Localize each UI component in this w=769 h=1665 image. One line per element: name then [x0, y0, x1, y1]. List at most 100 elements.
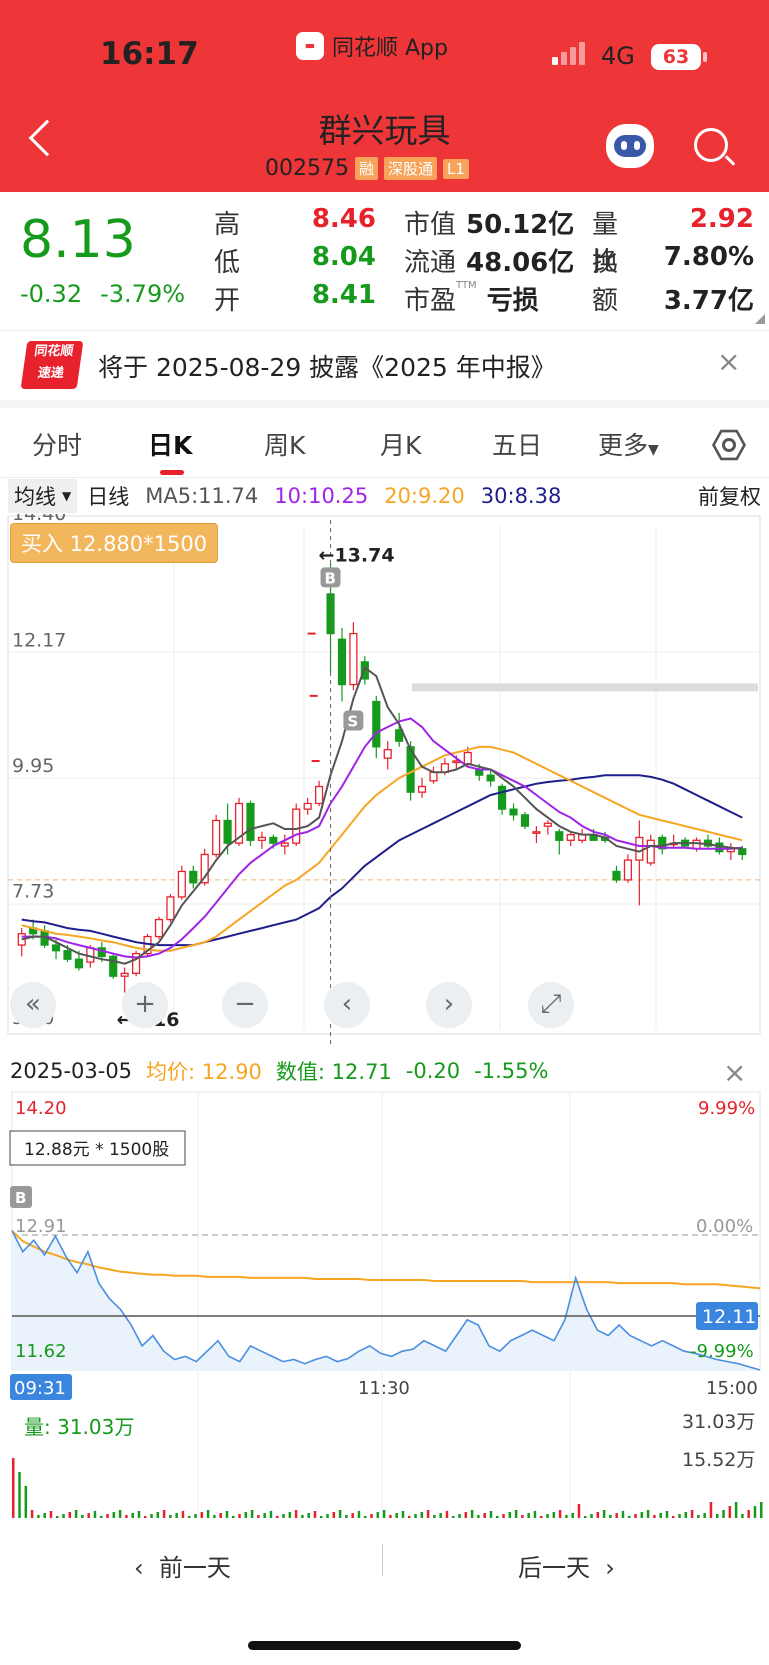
volume-bar — [62, 1514, 65, 1518]
volume-bar — [326, 1514, 329, 1518]
volume-bar — [188, 1516, 191, 1518]
volume-bar — [238, 1514, 241, 1518]
logo-top: 同花顺 — [33, 344, 75, 359]
candle-body — [635, 836, 644, 861]
battery-icon: 63 — [651, 44, 701, 70]
candle-body — [623, 859, 632, 881]
volume-bar — [690, 1510, 694, 1518]
intraday-close-icon[interactable]: × — [723, 1056, 746, 1089]
next-day-label: 后一天 — [518, 1554, 590, 1582]
volume-bar — [294, 1510, 298, 1518]
tab-more[interactable]: 更多▼ — [598, 426, 659, 462]
kline-chart[interactable]: 14.4012.179.957.735.50BS←13.74←6.16 — [0, 514, 769, 1049]
volume-bar — [672, 1516, 675, 1518]
notice-close-icon[interactable]: × — [717, 345, 740, 378]
candle-body — [692, 839, 701, 850]
next-icon[interactable]: › — [426, 982, 472, 1028]
tab-weekly-k[interactable]: 周K — [264, 426, 305, 462]
candle-body — [51, 944, 61, 952]
intraday-percent: -1.55% — [474, 1059, 549, 1083]
candle-body — [520, 814, 530, 827]
intraday-change: -0.20 — [405, 1059, 461, 1083]
ref-pct: 0.00% — [696, 1216, 753, 1237]
tab-five-day[interactable]: 五日 — [492, 426, 542, 462]
candle-body — [337, 638, 347, 686]
volume-bar — [118, 1510, 122, 1518]
volume-bar — [709, 1502, 713, 1518]
zoom-in-icon[interactable]: + — [122, 982, 168, 1028]
volume-label: 量: 31.03万 — [24, 1415, 134, 1439]
tab-intraday[interactable]: 分时 — [32, 426, 82, 462]
volume-bar — [577, 1504, 581, 1518]
ma-selector[interactable]: 均线 ▼ — [8, 479, 78, 513]
volume-max: 31.03万 — [682, 1411, 755, 1433]
volume-bar — [175, 1513, 178, 1518]
adjust-mode[interactable]: 前复权 — [698, 481, 761, 511]
tab-daily-k[interactable]: 日K — [148, 426, 192, 462]
candle-body — [429, 771, 438, 782]
candle-body — [738, 848, 747, 856]
volume-bar — [565, 1515, 568, 1518]
battery-cap — [703, 52, 707, 62]
volume-bar — [56, 1516, 59, 1518]
candle-body — [212, 819, 221, 856]
volume-bar — [332, 1512, 336, 1518]
volume-bar — [521, 1515, 524, 1518]
volume-bar — [659, 1513, 662, 1518]
y-tick-label: 7.73 — [12, 881, 54, 903]
quote-label: 换 — [592, 248, 619, 278]
expand-corner-icon[interactable] — [755, 314, 765, 324]
intraday-high: 14.20 — [15, 1098, 67, 1119]
buy-mark: B — [325, 569, 336, 587]
volume-bar — [320, 1516, 323, 1518]
volume-bar — [514, 1510, 518, 1518]
ttm-sup: TTM — [456, 280, 477, 291]
volume-bar — [307, 1513, 310, 1518]
volume-bar — [747, 1510, 750, 1518]
signal-icon — [552, 42, 585, 65]
volume-bar — [93, 1511, 97, 1518]
prev-icon[interactable]: ‹ — [324, 982, 370, 1028]
volume-bar — [81, 1515, 84, 1518]
search-icon[interactable] — [694, 128, 728, 162]
intraday-chart[interactable]: 14.20 9.99% 12.88元 * 1500股 B 12.91 0.00% 11.62… — [0, 1090, 769, 1520]
fullscreen-icon[interactable]: ⤢ — [528, 982, 574, 1028]
volume-bar — [408, 1516, 411, 1518]
tag-connect: 深股通 — [384, 157, 438, 180]
prev-day-button[interactable]: ‹ 前一天 — [134, 1548, 231, 1583]
volume-bar — [653, 1515, 656, 1518]
last-price: 8.13 — [20, 210, 136, 270]
ma20-line — [21, 745, 743, 952]
candle-body — [177, 870, 186, 898]
candle-body — [646, 839, 655, 864]
tag-level: L1 — [443, 158, 469, 179]
candle-body — [63, 950, 72, 960]
next-day-button[interactable]: 后一天 › — [518, 1548, 615, 1583]
candle-body — [555, 831, 564, 841]
volume-bar — [452, 1516, 455, 1518]
zoom-out-icon[interactable]: − — [222, 982, 268, 1028]
quote-label: 开 — [214, 286, 241, 316]
buy-record-badge[interactable]: 买入 12.880*1500 — [10, 523, 219, 563]
candle-body — [463, 751, 472, 765]
candle-body — [417, 785, 427, 793]
volume-bar — [628, 1516, 631, 1518]
volume-bar — [458, 1514, 461, 1518]
candle-body — [189, 870, 198, 884]
rewind-icon[interactable]: « — [10, 982, 56, 1028]
quote-value: 亏损 — [486, 286, 539, 316]
volume-bar — [74, 1510, 78, 1518]
volume-bar — [100, 1516, 103, 1518]
ma30-line — [21, 774, 743, 947]
quote-value: 50.12亿 — [466, 210, 575, 240]
quote-value: 8.46 — [311, 204, 376, 234]
volume-bar — [546, 1514, 549, 1518]
tab-monthly-k[interactable]: 月K — [380, 426, 421, 462]
volume-bar — [483, 1513, 486, 1518]
candle-body — [269, 836, 278, 844]
candle-body — [166, 896, 175, 921]
notice-text: 将于 2025-08-29 披露《2025 年中报》 — [98, 353, 556, 382]
ma-selector-label: 均线 — [14, 485, 56, 509]
volume-bar — [609, 1515, 612, 1518]
robot-assistant-icon[interactable] — [606, 124, 654, 168]
